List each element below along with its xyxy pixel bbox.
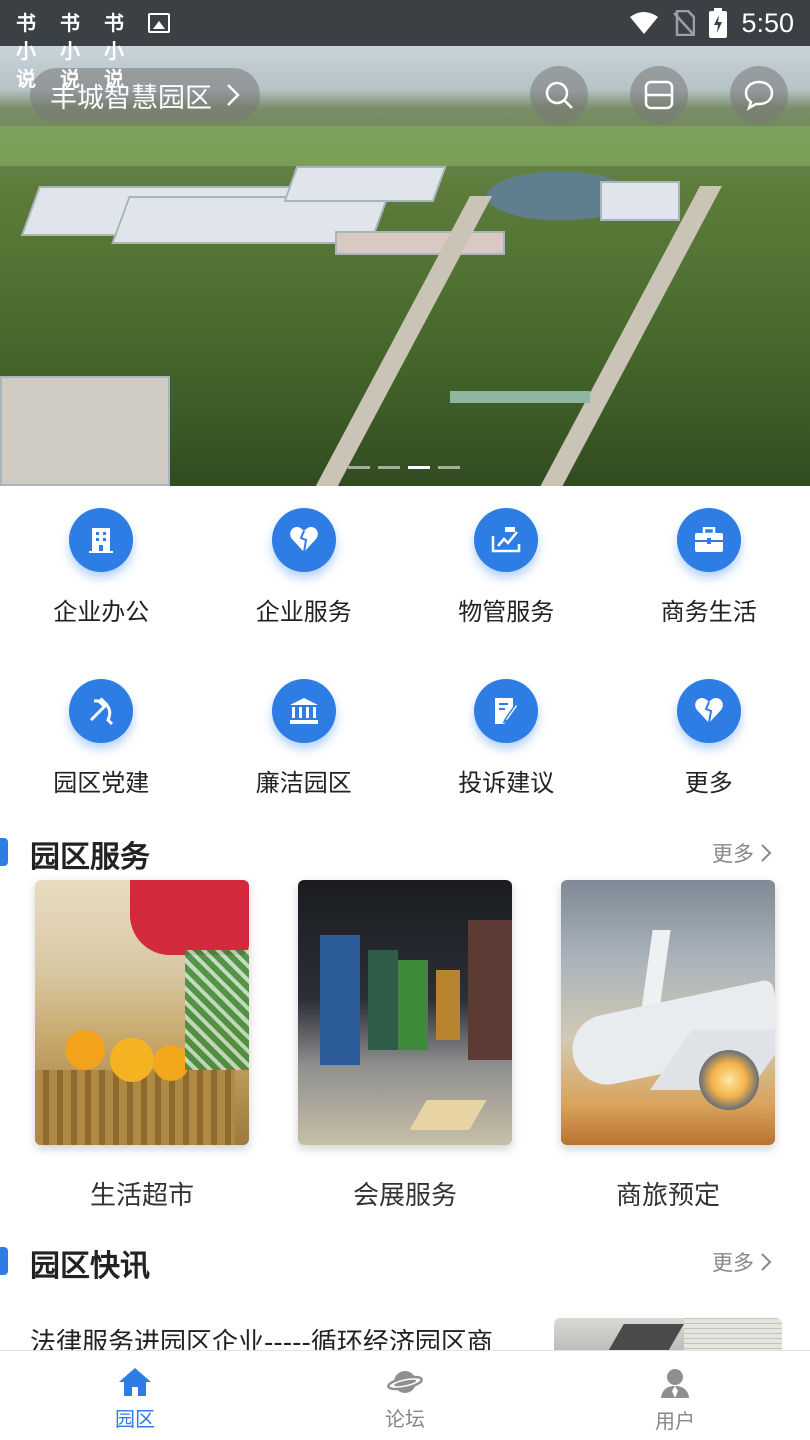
menu-item-more[interactable]: 更多 — [608, 679, 810, 798]
more-link[interactable]: 更多 — [712, 1247, 772, 1277]
chevron-right-icon — [761, 844, 772, 862]
scenery-building — [283, 166, 447, 202]
menu-item-label: 投诉建议 — [458, 769, 555, 797]
carousel-dot[interactable] — [438, 466, 460, 469]
hammer-sickle-icon — [69, 679, 134, 743]
search-button[interactable] — [530, 66, 588, 124]
menu-item-enterprise-service[interactable]: 企业服务 — [203, 508, 406, 627]
status-bar: 书小说 书小说 书小说 5:50 — [0, 0, 810, 91]
menu-item-label: 物管服务 — [458, 598, 555, 626]
menu-item-property-service[interactable]: 物管服务 — [405, 508, 608, 627]
heart-icon — [271, 508, 336, 572]
message-button[interactable] — [730, 66, 788, 124]
news-thumbnail — [554, 1318, 782, 1350]
service-card-exhibition[interactable]: 会展服务 — [298, 880, 512, 1212]
menu-item-label: 企业服务 — [255, 598, 352, 626]
bottom-tab-bar: 园区 论坛 用户 — [0, 1350, 810, 1440]
menu-item-party-building[interactable]: 园区党建 — [0, 679, 203, 798]
user-icon — [661, 1369, 689, 1398]
clock: 5:50 — [741, 7, 794, 38]
wifi-icon — [630, 12, 659, 34]
image-notification-icon — [148, 13, 170, 33]
scan-button[interactable] — [630, 66, 688, 124]
carousel-indicator — [348, 466, 460, 469]
service-card-label: 商旅预定 — [615, 1181, 720, 1211]
menu-item-label: 商务生活 — [660, 598, 757, 626]
news-title: 法律服务进园区企业-----循环经济园区商 — [30, 1328, 493, 1350]
scenery-road — [529, 186, 722, 486]
battery-charging-icon — [709, 8, 728, 38]
chevron-right-icon — [227, 84, 240, 106]
menu-item-clean-park[interactable]: 廉洁园区 — [203, 679, 406, 798]
app-notification-icon: 书小说 — [60, 11, 80, 91]
quick-menu-grid: 企业办公 企业服务 物管服务 商务生活 园区党建 廉洁园区 投诉建议 更多 — [0, 508, 810, 798]
scenery-building — [600, 181, 680, 221]
tab-label: 用户 — [655, 1409, 695, 1433]
scenery-building — [335, 231, 505, 255]
scenery-gate — [450, 391, 590, 403]
menu-item-label: 企业办公 — [53, 598, 150, 626]
menu-item-label: 更多 — [684, 769, 733, 797]
service-card-travel[interactable]: 商旅预定 — [561, 880, 775, 1212]
service-card-label: 会展服务 — [352, 1181, 457, 1211]
planet-icon — [387, 1371, 423, 1393]
service-card-supermarket[interactable]: 生活超市 — [35, 880, 249, 1212]
menu-item-business-life[interactable]: 商务生活 — [608, 508, 810, 627]
section-title: 园区快讯 — [30, 1249, 150, 1284]
briefcase-icon — [676, 508, 741, 572]
more-label: 更多 — [712, 842, 754, 866]
chat-bubble-icon — [744, 80, 774, 111]
carousel-dot[interactable] — [378, 466, 400, 469]
app-notification-icon: 书小说 — [16, 11, 36, 91]
menu-item-label: 廉洁园区 — [255, 769, 352, 797]
bank-icon — [271, 679, 336, 743]
home-icon — [119, 1368, 151, 1396]
search-icon — [545, 81, 573, 109]
scenery-building — [0, 376, 170, 486]
service-card-label: 生活超市 — [89, 1181, 194, 1211]
feedback-icon — [474, 679, 539, 743]
tab-user[interactable]: 用户 — [540, 1351, 810, 1440]
exhibition-image — [298, 880, 512, 1145]
property-icon — [474, 508, 539, 572]
tab-forum[interactable]: 论坛 — [270, 1351, 540, 1440]
banner-carousel[interactable]: 丰城智慧园区 — [0, 46, 810, 486]
scan-icon — [644, 80, 674, 110]
travel-image — [561, 880, 775, 1145]
no-sim-icon — [673, 10, 696, 36]
section-accent-bar — [0, 1247, 8, 1275]
building-icon — [69, 508, 134, 572]
menu-item-complaint[interactable]: 投诉建议 — [405, 679, 608, 798]
supermarket-image — [35, 880, 249, 1145]
menu-item-label: 园区党建 — [53, 769, 150, 797]
menu-item-enterprise-office[interactable]: 企业办公 — [0, 508, 203, 627]
carousel-dot-active[interactable] — [408, 466, 430, 469]
more-link[interactable]: 更多 — [712, 838, 772, 868]
app-notification-icon: 书小说 — [104, 11, 124, 91]
park-services-header: 园区服务 更多 — [0, 832, 810, 875]
carousel-dot[interactable] — [348, 466, 370, 469]
more-label: 更多 — [712, 1251, 754, 1275]
chevron-right-icon — [761, 1253, 772, 1271]
news-list-item[interactable]: 法律服务进园区企业-----循环经济园区商 — [0, 1318, 810, 1350]
tab-park[interactable]: 园区 — [0, 1351, 270, 1440]
park-news-header: 园区快讯 更多 — [0, 1241, 810, 1284]
heart-icon — [676, 679, 741, 743]
tab-label: 园区 — [115, 1407, 155, 1431]
section-title: 园区服务 — [30, 840, 150, 875]
section-accent-bar — [0, 838, 8, 866]
scenery-field — [0, 126, 810, 166]
tab-label: 论坛 — [385, 1407, 425, 1431]
